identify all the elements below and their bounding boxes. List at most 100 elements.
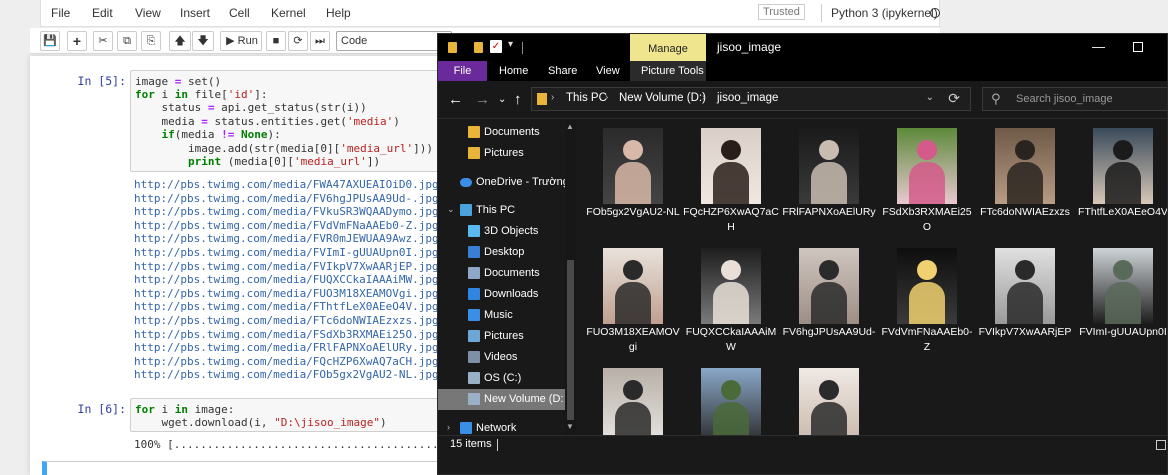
nav-item[interactable]: Documents [438,263,566,284]
nav-item[interactable]: ⌄ This PC [438,200,566,221]
nav-item[interactable]: Documents [438,122,566,143]
menu-insert[interactable]: Insert [180,6,210,20]
details-view-icon[interactable] [1156,440,1166,450]
chevron-down-icon[interactable]: ⌄ [926,92,934,103]
up-arrow-icon[interactable]: ↑ [514,91,522,108]
restart-icon[interactable]: ⟳ [288,31,308,51]
address-bar[interactable]: › This PC › New Volume (D:) › jisoo_imag… [531,87,971,111]
output-line: http://pbs.twimg.com/media/FVIkpV7XwAARj… [134,259,439,273]
tab-file[interactable]: File [438,61,487,81]
scroll-down-icon[interactable]: ▼ [566,422,574,431]
divider [497,439,498,451]
manage-tab[interactable]: Manage [630,34,706,61]
paste-icon[interactable]: ⎘ [141,31,161,51]
file-thumbnail[interactable]: FRlFAPNXoAElURy [781,121,877,241]
nav-item[interactable]: Videos [438,347,566,368]
nav-item[interactable]: Pictures [438,143,566,164]
image-preview [897,128,957,204]
nav-item[interactable]: 3D Objects [438,221,566,242]
save-icon[interactable]: 💾 [40,31,60,51]
file-thumbnail[interactable]: FVImI-gUUAUpn0I [1075,241,1167,361]
nav-item-label: Pictures [484,330,524,342]
menu-help[interactable]: Help [326,6,351,20]
minimize-icon[interactable]: — [1092,39,1105,54]
menu-file[interactable]: File [51,6,70,20]
person-shape [721,260,741,280]
run-button[interactable]: ▶ Run [220,31,262,51]
chevron-down-icon[interactable]: ⌄ [447,204,455,215]
maximize-icon[interactable] [1133,42,1143,52]
file-thumbnail[interactable]: FVIkpV7XwAARjEP [977,241,1073,361]
nav-item[interactable]: OS (C:) [438,368,566,389]
nav-item[interactable]: Downloads [438,284,566,305]
move-up-icon[interactable]: 🡅 [169,31,191,51]
file-name: FSdXb3RXMAEi25O [882,206,972,233]
file-thumbnail[interactable]: FVdVmFNaAAEb0-Z [879,241,975,361]
nav-item-label: This PC [476,204,516,216]
menu-kernel[interactable]: Kernel [271,6,306,20]
nav-item[interactable]: OneDrive - Trường [438,172,566,193]
new-folder-icon[interactable] [474,42,483,53]
properties-icon[interactable]: ✓ [490,40,502,53]
scroll-up-icon[interactable]: ▲ [566,122,574,131]
file-thumbnail[interactable]: FSdXb3RXMAEi25O [879,121,975,241]
cut-icon[interactable]: ✂ [93,31,113,51]
nav-item[interactable]: Music [438,305,566,326]
scroll-thumb[interactable] [567,260,574,420]
tab-view[interactable]: View [596,65,620,77]
breadcrumb-drive[interactable]: New Volume (D:) [619,92,706,104]
kernel-name[interactable]: Python 3 (ipykernel) [831,6,938,20]
file-thumbnail[interactable]: FUO3M18XEAMOVgi [585,241,681,361]
person-shape [1007,282,1043,324]
forward-arrow-icon[interactable]: → [475,91,490,108]
menu-edit[interactable]: Edit [92,6,113,20]
file-explorer-window: ✓ ▾ Manage jisoo_image — File Home Share… [437,33,1168,475]
tab-share[interactable]: Share [548,65,577,77]
navigation-pane: Documents Pictures OneDrive - Trường ⌄ This … [438,120,576,435]
add-cell-icon[interactable]: + [67,31,87,51]
image-preview [995,248,1055,324]
nav-item-label: Desktop [484,246,525,258]
file-thumbnail[interactable] [683,361,779,435]
customize-toolbar-icon[interactable]: ▾ [508,39,513,50]
file-thumbnail[interactable]: FTc6doNWIAEzxzs [977,121,1073,241]
code-line: image.add(str(media[0]['media_url'])) [135,142,434,155]
file-thumbnail[interactable]: FThtfLeX0AEeO4V [1075,121,1167,241]
nav-item[interactable]: New Volume (D: [438,389,566,410]
cube-icon [468,225,480,237]
code-line: if(media != None): [161,128,281,141]
nav-item-label: OneDrive - Trường [476,176,566,188]
person-shape [917,140,937,160]
move-down-icon[interactable]: 🡇 [192,31,214,51]
breadcrumb-folder[interactable]: jisoo_image [717,92,778,104]
file-thumbnail[interactable]: FQcHZP6XwAQ7aCH [683,121,779,241]
copy-icon[interactable]: ⧉ [117,31,137,51]
music-icon [468,309,480,321]
menu-cell[interactable]: Cell [229,6,250,20]
file-thumbnail[interactable] [585,361,681,435]
search-placeholder: Search jisoo_image [1016,93,1113,105]
trusted-badge[interactable]: Trusted [758,4,805,20]
nav-item[interactable]: Pictures [438,326,566,347]
scrollbar[interactable]: ▲ ▼ [565,120,576,435]
file-thumbnail[interactable] [781,361,877,435]
fast-forward-icon[interactable]: ⏭ [310,31,330,51]
image-preview [603,128,663,204]
refresh-icon[interactable]: ⟳ [948,90,960,107]
run-label: Run [237,35,258,47]
cell-type-select[interactable]: Code▼ [336,31,452,51]
back-arrow-icon[interactable]: ← [448,91,463,108]
search-input[interactable]: ⚲ Search jisoo_image [982,87,1167,111]
recent-chevron-icon[interactable]: ⌄ [498,94,506,105]
tab-picture-tools[interactable]: Picture Tools [641,65,704,77]
chevron-right-icon[interactable]: › [447,422,450,432]
output-line: http://pbs.twimg.com/media/FWA47AXUEAIOi… [134,178,439,191]
stop-icon[interactable]: ■ [266,31,286,51]
file-thumbnail[interactable]: FOb5gx2VgAU2-NL [585,121,681,241]
file-thumbnail[interactable]: FUQXCCkaIAAAiMW [683,241,779,361]
file-thumbnail[interactable]: FV6hgJPUsAA9Ud- [781,241,877,361]
tab-home[interactable]: Home [499,65,528,77]
breadcrumb-this-pc[interactable]: This PC [566,92,607,104]
nav-item[interactable]: Desktop [438,242,566,263]
menu-view[interactable]: View [135,6,161,20]
